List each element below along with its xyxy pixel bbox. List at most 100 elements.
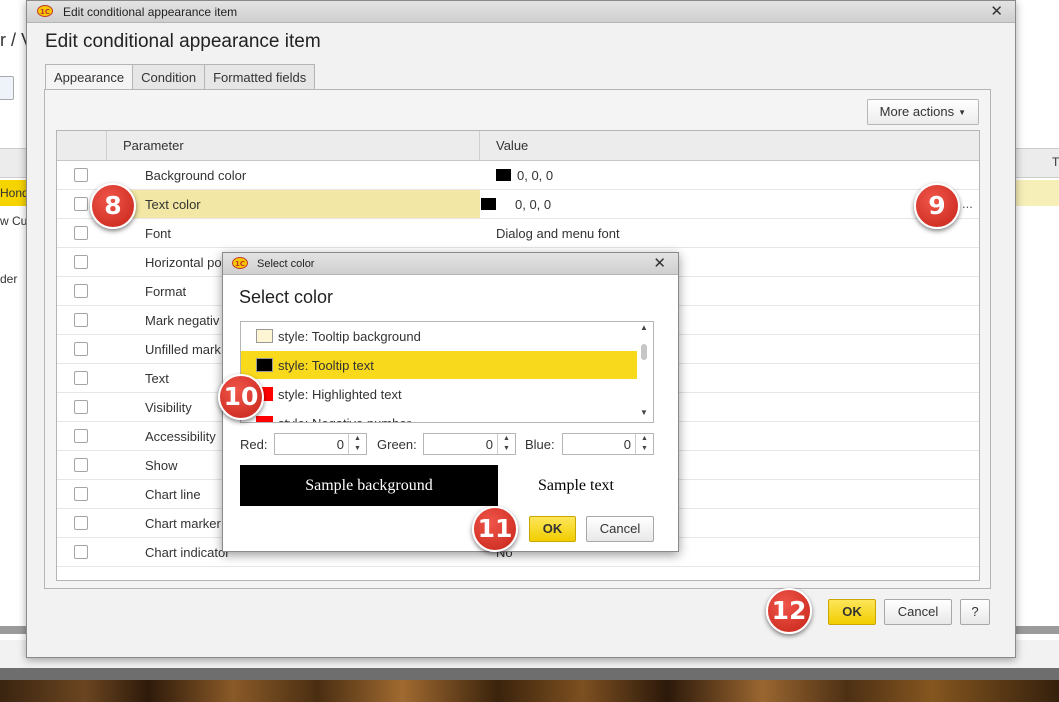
row-checkbox[interactable] — [74, 168, 88, 182]
more-actions-button[interactable]: More actions ▼ — [866, 99, 979, 125]
select-color-ok-button[interactable]: OK — [529, 516, 576, 542]
color-style-list[interactable]: style: Tooltip background style: Tooltip … — [240, 321, 654, 423]
tab-formatted-fields[interactable]: Formatted fields — [204, 64, 316, 90]
list-item[interactable]: style: Tooltip background — [241, 322, 637, 350]
scroll-thumb[interactable] — [641, 344, 647, 360]
close-icon[interactable]: ✕ — [990, 2, 1003, 20]
row-checkbox[interactable] — [74, 226, 88, 240]
parameter-name: Chart line — [145, 487, 201, 502]
row-checkbox[interactable] — [74, 429, 88, 443]
color-style-label: style: Tooltip background — [278, 329, 421, 344]
dialog-window-title: Edit conditional appearance item — [63, 5, 238, 19]
list-item[interactable]: style: Tooltip text — [241, 351, 637, 379]
cancel-button[interactable]: Cancel — [884, 599, 952, 625]
taskbar-band — [0, 668, 1059, 680]
grid-header-value[interactable]: Value — [481, 131, 528, 161]
parameter-name: Font — [145, 226, 172, 241]
color-style-label: style: Negative number — [278, 416, 411, 422]
ok-button[interactable]: OK — [828, 599, 876, 625]
row-checkbox[interactable] — [74, 516, 88, 530]
select-color-cancel-button[interactable]: Cancel — [586, 516, 654, 542]
sample-text-preview: Sample text — [538, 477, 614, 494]
stepper-arrows-icon[interactable]: ▲ ▼ — [497, 434, 515, 454]
color-swatch — [496, 169, 511, 181]
background-row[interactable]: w Cu — [0, 214, 28, 228]
row-checkbox[interactable] — [74, 255, 88, 269]
red-value: 0 — [336, 437, 344, 452]
list-item[interactable]: style: Highlighted text — [241, 380, 637, 408]
background-right-header-label: T — [1052, 155, 1059, 169]
row-checkbox[interactable] — [74, 400, 88, 414]
red-label: Red: — [240, 437, 268, 452]
color-swatch — [256, 329, 273, 343]
parameter-name: Horizontal po — [145, 255, 222, 270]
parameter-name: Chart marker — [145, 516, 221, 531]
parameter-name: Mark negativ — [145, 313, 220, 328]
tab-bar: Appearance Condition Formatted fields — [45, 64, 316, 91]
desktop-wallpaper — [0, 680, 1059, 702]
row-checkbox[interactable] — [74, 197, 88, 211]
list-scrollbar[interactable]: ▲ ▼ — [637, 322, 653, 422]
green-stepper[interactable]: 0 ▲ ▼ — [423, 433, 516, 455]
app-logo-icon: 1C — [232, 257, 248, 269]
scroll-down-icon[interactable]: ▼ — [640, 408, 648, 417]
parameter-value: 0, 0, 0 — [481, 197, 551, 212]
choose-button[interactable]: ... — [962, 196, 973, 211]
callout-badge-9: 9 — [914, 183, 960, 229]
background-right-header: T — [1014, 148, 1059, 178]
chevron-down-icon: ▼ — [958, 107, 966, 117]
help-button[interactable]: ? — [960, 599, 990, 625]
background-row[interactable]: der — [0, 272, 28, 286]
row-checkbox[interactable] — [74, 545, 88, 559]
parameter-value: 0, 0, 0 — [496, 168, 553, 183]
blue-label: Blue: — [525, 437, 555, 452]
parameter-name: Format — [145, 284, 187, 299]
tab-appearance[interactable]: Appearance — [45, 64, 134, 91]
background-button[interactable] — [0, 76, 14, 100]
grid-header: Parameter Value — [57, 131, 979, 161]
row-checkbox[interactable] — [74, 371, 88, 385]
stepper-arrows-icon[interactable]: ▲ ▼ — [348, 434, 366, 454]
more-actions-label: More actions — [879, 104, 955, 119]
select-color-heading: Select color — [239, 287, 334, 307]
row-checkbox[interactable] — [74, 458, 88, 472]
sample-background-preview: Sample background — [240, 465, 498, 506]
callout-badge-12: 12 — [766, 588, 812, 634]
dialog-heading: Edit conditional appearance item — [45, 31, 321, 52]
parameter-value-text: 0, 0, 0 — [517, 168, 554, 183]
row-checkbox[interactable] — [74, 313, 88, 327]
table-row[interactable]: Font Dialog and menu font — [57, 219, 979, 248]
select-color-titlebar: 1C Select color ✕ — [223, 253, 678, 275]
parameter-name: Accessibility — [145, 429, 216, 444]
table-row[interactable]: Background color 0, 0, 0 — [57, 161, 979, 190]
background-right-selected-row — [1014, 180, 1059, 206]
grid-header-parameter[interactable]: Parameter — [107, 131, 480, 161]
parameter-name: Show — [145, 458, 178, 473]
background-right-panel: T — [1014, 0, 1059, 640]
tab-condition[interactable]: Condition — [132, 64, 206, 90]
list-item[interactable]: style: Negative number — [241, 409, 637, 422]
background-selected-row[interactable]: Hond — [0, 180, 28, 206]
grid-header-check-column — [57, 131, 107, 161]
color-style-label: style: Tooltip text — [278, 358, 374, 373]
app-logo-icon: 1C — [37, 5, 53, 17]
color-swatch — [256, 358, 273, 372]
red-stepper[interactable]: 0 ▲ ▼ — [274, 433, 367, 455]
scroll-up-icon[interactable]: ▲ — [640, 323, 648, 332]
color-style-label: style: Highlighted text — [278, 387, 402, 402]
row-checkbox[interactable] — [74, 487, 88, 501]
callout-badge-10: 10 — [218, 374, 264, 420]
parameter-value-text: Dialog and menu font — [496, 226, 620, 241]
row-checkbox[interactable] — [74, 342, 88, 356]
parameter-value-text: 0, 0, 0 — [515, 197, 552, 212]
close-icon[interactable]: ✕ — [653, 254, 666, 272]
svg-text:1C: 1C — [40, 8, 50, 16]
stepper-arrows-icon[interactable]: ▲ ▼ — [635, 434, 653, 454]
table-row[interactable]: Text color 0, 0, 0... — [57, 190, 979, 219]
svg-text:1C: 1C — [235, 260, 245, 268]
parameter-name: Text — [145, 371, 169, 386]
blue-stepper[interactable]: 0 ▲ ▼ — [562, 433, 654, 455]
color-swatch — [481, 198, 496, 210]
parameter-name: Chart indicator — [145, 545, 230, 560]
row-checkbox[interactable] — [74, 284, 88, 298]
